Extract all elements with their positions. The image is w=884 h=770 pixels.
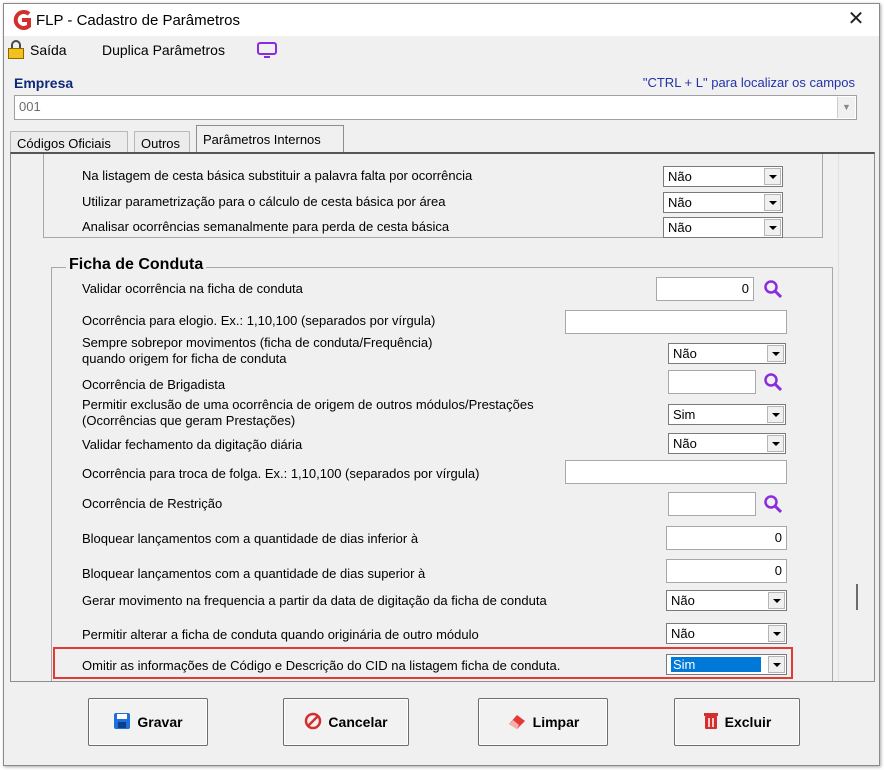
permitir-alterar-select[interactable]: Não (666, 623, 787, 644)
ocorrencia-elogio-label: Ocorrência para elogio. Ex.: 1,10,100 (s… (82, 313, 436, 328)
cancel-button[interactable]: Cancelar (283, 698, 409, 746)
chevron-down-icon[interactable] (768, 592, 785, 609)
trash-icon (703, 713, 718, 730)
cesta-row-label: Utilizar parametrização para o cálculo d… (82, 194, 446, 209)
validar-ocorrencia-label: Validar ocorrência na ficha de conduta (82, 281, 303, 296)
floppy-disk-icon (114, 713, 131, 730)
ocorrencia-elogio-input[interactable] (565, 310, 787, 334)
permitir-alterar-label: Permitir alterar a ficha de conduta quan… (82, 627, 479, 642)
tab-parametros-internos[interactable]: Parâmetros Internos (196, 125, 344, 154)
ocorrencia-restricao-input[interactable] (668, 492, 756, 516)
ficha-conduta-title: Ficha de Conduta (66, 256, 207, 274)
clear-button[interactable]: Limpar (478, 698, 608, 746)
cesta-area-select[interactable]: Não (663, 192, 783, 213)
ocorrencia-brigadista-input[interactable] (668, 370, 756, 394)
app-logo-icon (13, 10, 31, 30)
permitir-exclusao-label-1: Permitir exclusão de uma ocorrência de o… (82, 397, 534, 412)
ocorrencia-brigadista-label: Ocorrência de Brigadista (82, 377, 226, 392)
sempre-sobrepor-select[interactable]: Não (668, 343, 786, 364)
chevron-down-icon[interactable] (767, 435, 784, 452)
chevron-down-icon[interactable] (764, 194, 781, 211)
duplicate-params-button[interactable]: Duplica Parâmetros (102, 42, 225, 58)
cesta-semanal-select[interactable]: Não (663, 217, 783, 238)
validar-ocorrencia-input[interactable]: 0 (656, 277, 754, 301)
title-bar: FLP - Cadastro de Parâmetros ✕ (4, 4, 879, 36)
scroll-thumb[interactable] (856, 584, 858, 610)
chevron-down-icon[interactable] (764, 168, 781, 185)
window-title: FLP - Cadastro de Parâmetros (36, 12, 240, 29)
highlight-box (53, 647, 793, 679)
cesta-substituir-select[interactable]: Não (663, 166, 783, 187)
sempre-sobrepor-label-2: quando origem for ficha de conduta (82, 351, 287, 366)
ocorrencia-folga-label: Ocorrência para troca de folga. Ex.: 1,1… (82, 466, 480, 481)
cesta-row-label: Na listagem de cesta básica substituir a… (82, 168, 473, 183)
cesta-row-label: Analisar ocorrências semanalmente para p… (82, 219, 450, 234)
permitir-exclusao-label-2: (Ocorrências que geram Prestações) (82, 413, 296, 428)
validar-fechamento-label: Validar fechamento da digitação diária (82, 437, 303, 452)
chevron-down-icon[interactable] (767, 345, 784, 362)
eraser-icon (508, 715, 525, 730)
close-button[interactable]: ✕ (833, 4, 879, 36)
vertical-scrollbar[interactable] (838, 154, 874, 681)
cancel-icon (305, 713, 322, 730)
search-icon[interactable] (763, 279, 783, 299)
empresa-select[interactable]: 001 ▼ (14, 95, 857, 120)
permitir-exclusao-select[interactable]: Sim (668, 404, 786, 425)
toolbar: Saída Duplica Parâmetros (4, 36, 879, 66)
chevron-down-icon[interactable] (764, 219, 781, 236)
validar-fechamento-select[interactable]: Não (668, 433, 786, 454)
delete-button[interactable]: Excluir (674, 698, 800, 746)
bloquear-superior-label: Bloquear lançamentos com a quantidade de… (82, 566, 426, 581)
save-button[interactable]: Gravar (88, 698, 208, 746)
main-window: FLP - Cadastro de Parâmetros ✕ Saída Dup… (3, 3, 880, 766)
chevron-down-icon[interactable] (767, 406, 784, 423)
sempre-sobrepor-label-1: Sempre sobrepor movimentos (ficha de con… (82, 335, 433, 350)
bloquear-superior-input[interactable]: 0 (666, 559, 787, 583)
tab-codigos-oficiais[interactable]: Códigos Oficiais (10, 131, 128, 154)
exit-button[interactable]: Saída (30, 42, 67, 58)
empresa-label: Empresa (14, 75, 74, 91)
bloquear-inferior-label: Bloquear lançamentos com a quantidade de… (82, 531, 419, 546)
empresa-value: 001 (19, 99, 41, 114)
tab-outros[interactable]: Outros (134, 131, 190, 154)
params-panel: Na listagem de cesta básica substituir a… (10, 152, 875, 682)
bloquear-inferior-input[interactable]: 0 (666, 526, 787, 550)
monitor-icon[interactable] (257, 42, 277, 58)
ocorrencia-restricao-label: Ocorrência de Restrição (82, 496, 223, 511)
chevron-down-icon[interactable]: ▼ (837, 97, 855, 118)
lock-icon (8, 40, 24, 60)
chevron-down-icon[interactable] (768, 625, 785, 642)
search-icon[interactable] (763, 494, 783, 514)
search-icon[interactable] (763, 372, 783, 392)
gerar-movimento-label: Gerar movimento na frequencia a partir d… (82, 593, 547, 608)
ocorrencia-folga-input[interactable] (565, 460, 787, 484)
ctrl-l-hint: "CTRL + L" para localizar os campos (642, 75, 855, 90)
gerar-movimento-select[interactable]: Não (666, 590, 787, 611)
